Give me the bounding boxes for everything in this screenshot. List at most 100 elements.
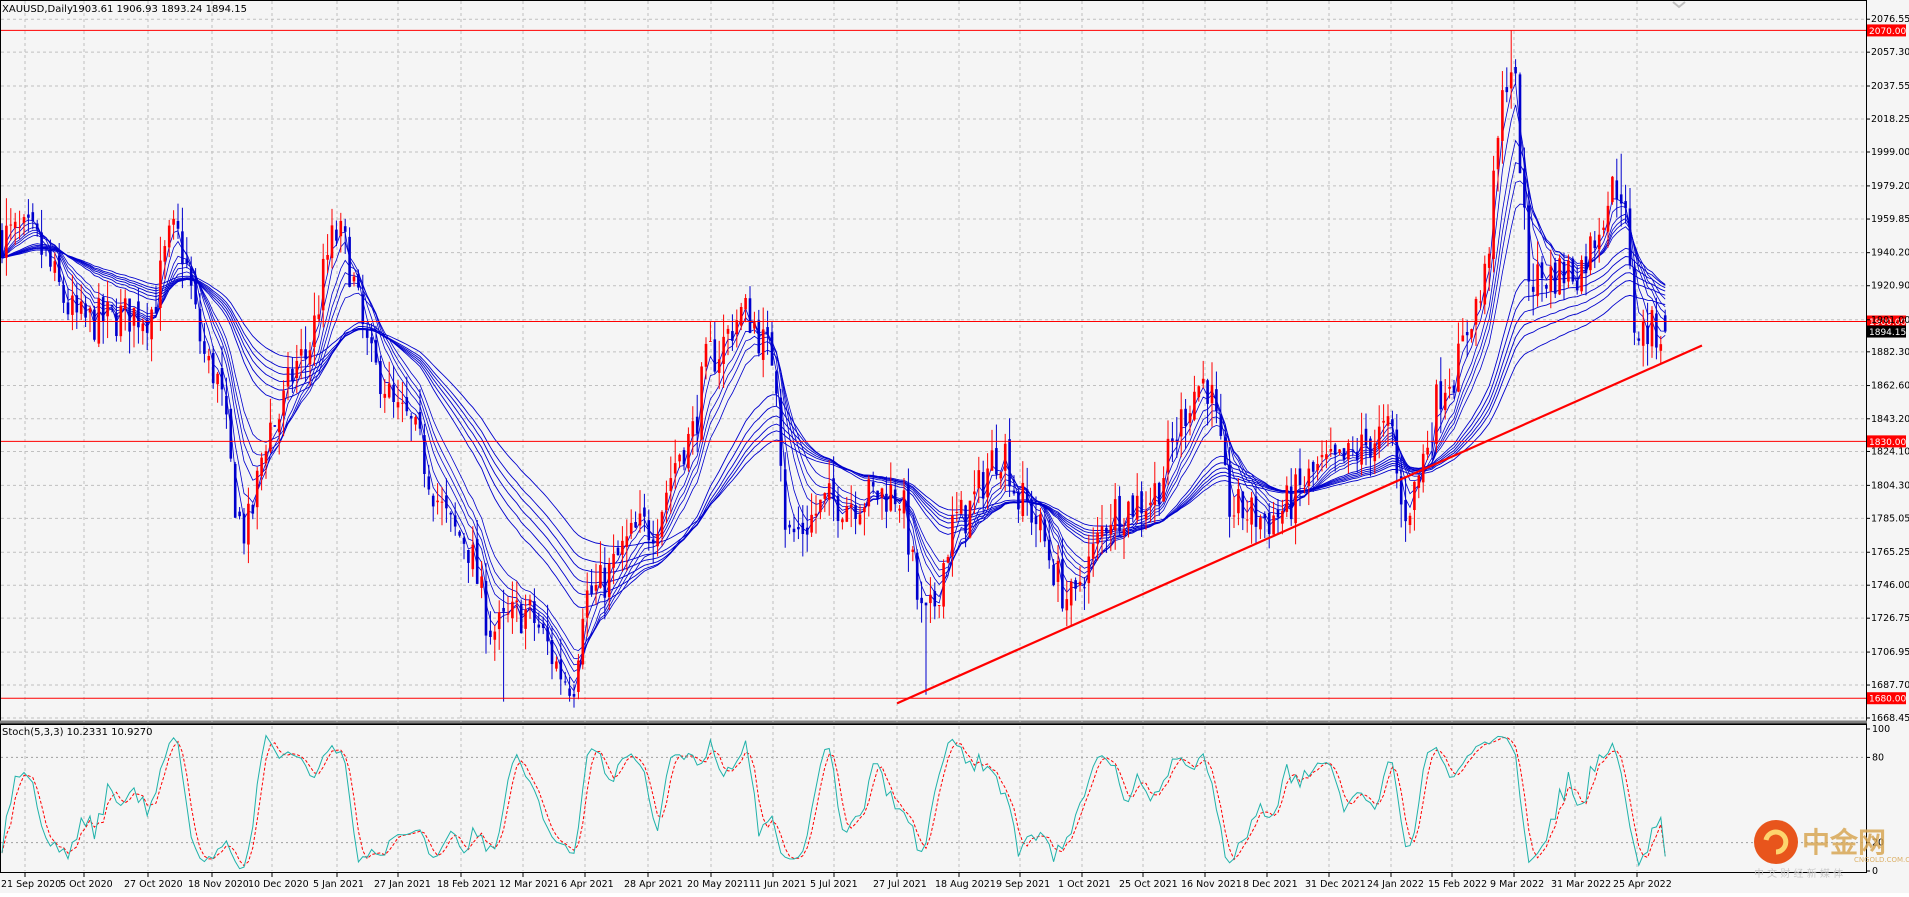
- candle-body: [1549, 266, 1553, 292]
- candle-body: [348, 236, 351, 287]
- candle-body: [937, 605, 941, 607]
- candle-body: [704, 343, 708, 367]
- candle-body: [1179, 409, 1183, 437]
- candle-body: [84, 303, 87, 318]
- candle-body: [458, 531, 461, 536]
- candle-body: [1144, 510, 1148, 520]
- candle-body: [1069, 581, 1073, 606]
- candle-body: [585, 590, 589, 618]
- candle-body: [225, 395, 228, 415]
- candle-body: [172, 218, 175, 225]
- date-axis[interactable]: 21 Sep 20205 Oct 2020 27 Oct 2020 18 Nov 2…: [1, 873, 1672, 890]
- candle-body: [1061, 559, 1064, 609]
- candle-body: [374, 340, 378, 363]
- candle-body: [1289, 486, 1293, 520]
- candle-body: [1184, 408, 1187, 427]
- chevron-down-icon[interactable]: [1672, 1, 1686, 9]
- chart-window[interactable]: 2070.00 1900.00 1830.00 1680.00 1894.15 2076…: [0, 0, 1909, 893]
- date-tick-label: 16 Nov 2021: [1181, 879, 1242, 890]
- candle-body: [673, 463, 677, 474]
- candle-body: [1593, 240, 1597, 249]
- ma-line: [1, 180, 1666, 660]
- candle-body: [572, 694, 576, 697]
- trendline[interactable]: [896, 344, 1703, 705]
- candle-body: [150, 309, 153, 340]
- candle-body: [863, 507, 866, 513]
- candle-body: [990, 450, 994, 471]
- candle-body: [951, 515, 954, 557]
- candle-body: [1443, 392, 1447, 411]
- candle-body: [154, 306, 158, 313]
- candle-body: [687, 433, 690, 469]
- candle-body: [238, 511, 241, 517]
- candle-body: [876, 490, 879, 500]
- date-tick-label: 31 Dec 2021: [1305, 879, 1366, 890]
- candle-body: [1210, 384, 1214, 404]
- date-tick-label: 18 Nov 2020: [188, 879, 249, 890]
- candle-body: [220, 368, 224, 390]
- candle-body: [229, 408, 233, 459]
- candle-body: [1584, 256, 1588, 274]
- candle-body: [1, 230, 4, 259]
- candle-body: [167, 225, 171, 248]
- candle-body: [1663, 315, 1667, 332]
- candle-body: [1206, 380, 1209, 404]
- candle-body: [9, 224, 13, 226]
- candle-body: [1307, 468, 1311, 487]
- candle-body: [1377, 426, 1381, 449]
- candle-body: [1100, 526, 1104, 537]
- candle-body: [497, 612, 501, 630]
- support-trendline[interactable]: [896, 344, 1703, 705]
- candle-body: [1347, 443, 1350, 460]
- candle-body: [211, 352, 215, 384]
- candle-body: [1487, 253, 1491, 268]
- candle-body: [119, 305, 123, 337]
- symbol-label: XAUUSD,Daily: [2, 4, 73, 15]
- candle-body: [858, 514, 862, 525]
- candle-body: [295, 360, 299, 379]
- candle-body: [1135, 495, 1139, 520]
- date-tick-label: 1 Oct 2021: [1058, 879, 1111, 890]
- candle-body: [467, 549, 470, 563]
- candle-body: [1039, 514, 1042, 531]
- candle-body: [717, 359, 721, 373]
- candle-body: [1509, 72, 1513, 89]
- candle-body: [44, 249, 48, 251]
- candle-body: [1232, 515, 1236, 517]
- candle-body: [797, 526, 800, 530]
- candle-body: [1417, 475, 1421, 488]
- candle-body: [1285, 485, 1289, 512]
- candle-body: [1391, 419, 1394, 427]
- horizontal-levels[interactable]: 2070.001900.001830.001680.001894.15: [1, 24, 1906, 705]
- candle-body: [1545, 284, 1548, 289]
- date-tick-label: 5 Jan 2021: [313, 879, 364, 890]
- candle-body: [71, 295, 74, 315]
- candle-body: [1523, 168, 1526, 208]
- candle-body: [185, 259, 189, 264]
- level-tag-label: 1680.00: [1869, 695, 1906, 705]
- date-tick-label: 27 Oct 2020: [124, 879, 183, 890]
- candle-body: [968, 500, 972, 538]
- candle-body: [1571, 258, 1575, 282]
- price-axis[interactable]: 2076.55 2057.30 2037.55 2018.25 1999.00 1979.…: [1866, 14, 1909, 724]
- candle-body: [810, 514, 813, 533]
- candle-body: [1470, 329, 1473, 338]
- candle-body: [282, 390, 285, 416]
- candle-body: [1382, 420, 1385, 423]
- candle-body: [1633, 268, 1636, 333]
- candle-body: [1338, 449, 1341, 453]
- candle-body: [999, 472, 1003, 479]
- candle-body: [1408, 515, 1412, 525]
- candle-body: [115, 313, 118, 337]
- candle-body: [1281, 511, 1284, 524]
- candle-body: [519, 604, 523, 634]
- candle-body: [1303, 488, 1306, 490]
- candle-body: [713, 339, 717, 372]
- candle-body: [933, 591, 937, 607]
- date-tick-label: 11 Jun 2021: [749, 879, 806, 890]
- candle-body: [1518, 74, 1522, 174]
- candle-body: [1619, 194, 1623, 204]
- candle-body: [1263, 513, 1267, 519]
- candle-body: [313, 315, 316, 348]
- chart-canvas[interactable]: 2070.001900.001830.001680.001894.15 2076…: [0, 0, 1909, 893]
